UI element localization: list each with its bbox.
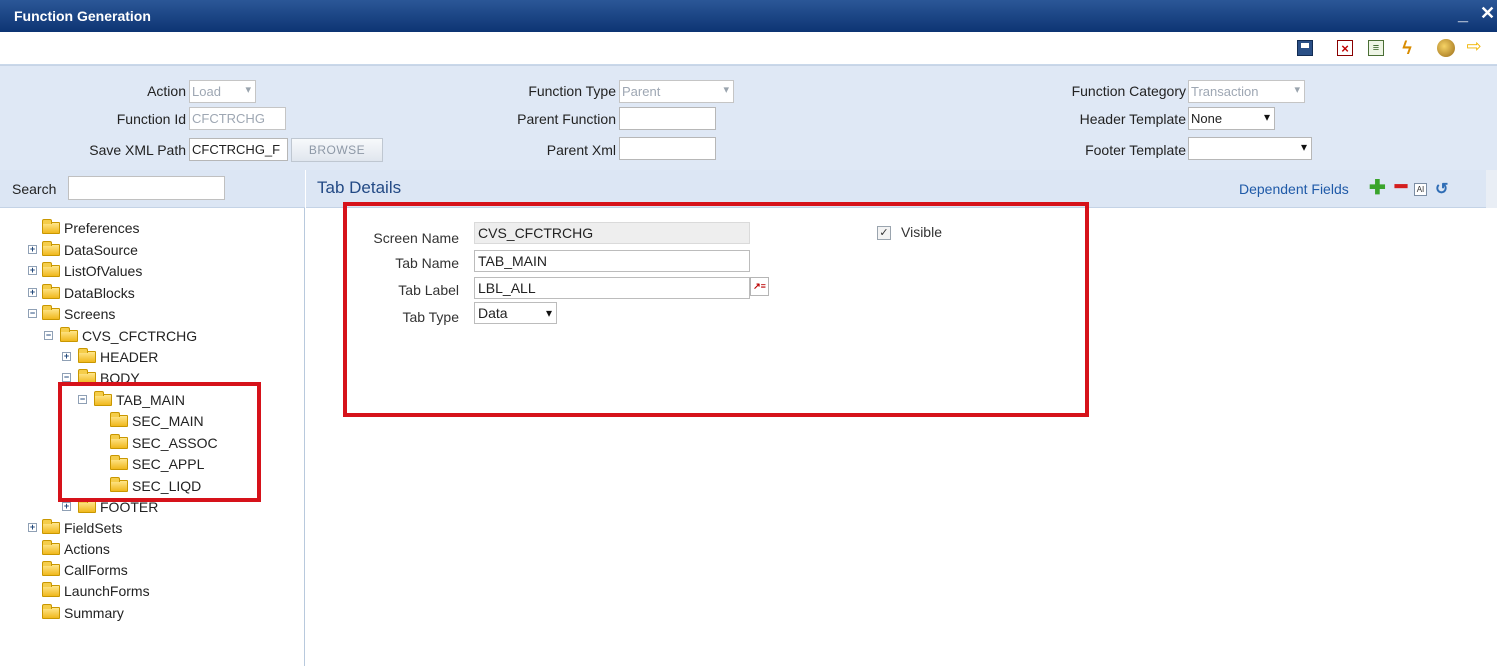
folder-icon [42,582,60,597]
function-type-value: Parent [622,84,661,99]
chevron-down-icon: ▾ [723,84,729,96]
add-icon[interactable]: ✚ [1369,178,1386,198]
folder-icon [78,348,96,363]
tree-node-label: LaunchForms [64,583,150,599]
tree-node-label: CallForms [64,562,128,578]
function-id-field[interactable]: CFCTRCHG [189,107,286,130]
expand-icon[interactable]: + [28,523,37,532]
collapse-icon[interactable]: − [44,331,53,340]
deploy-icon[interactable] [1437,39,1455,57]
exit-icon[interactable]: ⇨ [1466,36,1482,56]
tree-node-label: Preferences [64,220,140,236]
chevron-down-icon: ▾ [1263,110,1270,124]
function-category-label: Function Category [1071,83,1186,99]
highlight-box-tree [58,382,261,502]
delete-icon[interactable]: × [1337,40,1353,56]
tree-node-label: FieldSets [64,520,123,536]
folder-icon [42,262,60,277]
close-button[interactable]: ✕ [1480,3,1495,24]
function-id-label: Function Id [116,111,186,127]
tree-node-label: Screens [64,306,116,322]
chevron-down-icon: ▾ [245,84,251,96]
action-select[interactable]: Load ▾ [189,80,256,103]
parent-function-field[interactable] [619,107,716,130]
save-xml-path-value: CFCTRCHG_F [192,142,281,157]
folder-icon [42,305,60,320]
folder-icon [42,519,60,534]
refresh-icon[interactable]: ↺ [1435,179,1448,199]
folder-icon [42,219,60,234]
browse-button[interactable]: BROWSE [291,138,383,162]
tree-node-label: Summary [64,605,124,621]
function-category-value: Transaction [1191,84,1259,99]
parent-function-label: Parent Function [517,111,616,127]
tree-node-label: CVS_CFCTRCHG [82,328,198,344]
folder-icon [78,498,96,513]
function-header-form: Action Load ▾ Function Id CFCTRCHG Save … [0,65,1497,170]
function-type-label: Function Type [528,83,616,99]
panel-title: Tab Details [317,178,402,197]
expand-icon[interactable]: + [62,352,71,361]
function-generation-window: Function Generation _ ✕ × ≡ ϟ ⇨ Action L… [0,0,1497,666]
function-type-select[interactable]: Parent ▾ [619,80,734,103]
expand-icon[interactable]: + [28,245,37,254]
folder-icon [42,241,60,256]
collapse-icon[interactable]: − [62,373,71,382]
action-value: Load [192,84,221,99]
header-template-value: None [1191,111,1223,126]
dependent-fields-link[interactable]: Dependent Fields [1239,181,1349,197]
function-category-select[interactable]: Transaction ▾ [1188,80,1305,103]
save-xml-path-label: Save XML Path [89,142,186,158]
tree-node-label: Actions [64,541,110,557]
parent-xml-field[interactable] [619,137,716,160]
search-input[interactable] [68,176,225,200]
expand-icon[interactable]: + [28,288,37,297]
save-icon[interactable] [1297,40,1313,56]
generate-icon[interactable]: ϟ [1399,38,1415,58]
expand-icon[interactable]: + [62,502,71,511]
save-xml-path-field[interactable]: CFCTRCHG_F [189,138,288,161]
highlight-box-details [343,202,1089,417]
search-label: Search [12,181,57,197]
footer-template-label: Footer Template [1085,142,1186,158]
scrollbar[interactable] [1486,170,1497,208]
window-title: Function Generation [14,8,151,24]
header-template-label: Header Template [1079,111,1186,127]
collapse-icon[interactable]: − [28,309,37,318]
minimize-button[interactable]: _ [1458,4,1468,25]
tree-node-label: DataSource [64,242,138,258]
folder-icon [42,604,60,619]
header-template-select[interactable]: None ▾ [1188,107,1275,130]
action-label: Action [147,83,186,99]
toolbar: × ≡ ϟ ⇨ [0,32,1497,65]
expand-icon[interactable]: + [28,266,37,275]
footer-template-select[interactable]: ▾ [1188,137,1312,160]
tree-node-label: HEADER [100,349,159,365]
tree-node-label: ListOfValues [64,263,143,279]
parent-xml-label: Parent Xml [546,142,616,158]
folder-icon [60,327,78,342]
label-code-icon[interactable]: AI [1414,183,1427,196]
folder-icon [42,561,60,576]
folder-icon [42,284,60,299]
list-icon[interactable]: ≡ [1368,40,1384,56]
search-bar: Search [0,170,305,208]
chevron-down-icon: ▾ [1300,140,1307,154]
title-bar: Function Generation _ ✕ [0,0,1497,32]
tree-node-label: DataBlocks [64,285,135,301]
remove-icon[interactable]: ━ [1395,177,1407,197]
chevron-down-icon: ▾ [1294,84,1300,96]
folder-icon [42,540,60,555]
function-id-value: CFCTRCHG [192,111,265,126]
